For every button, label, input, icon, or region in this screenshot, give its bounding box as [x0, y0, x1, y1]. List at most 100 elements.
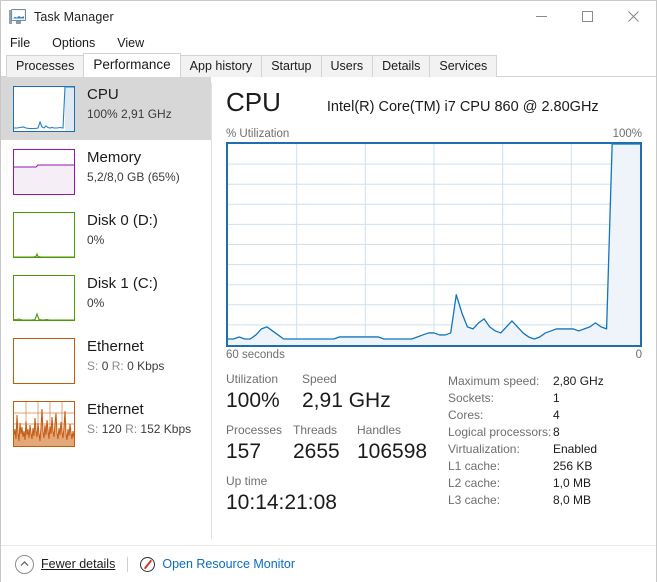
stat-label: Speed [302, 372, 337, 386]
sidebar-item-subtitle: 0% [87, 233, 105, 247]
spec-value: 1,0 MB [553, 476, 592, 490]
memory-thumbnail-graph [13, 149, 75, 195]
spec-sockets: Sockets: 1 [448, 390, 647, 407]
x-axis-left-label: 60 seconds [226, 349, 285, 361]
sidebar-item-subtitle: S: 0 R: 0 Kbps [87, 359, 165, 373]
stat-uptime: Up time 10:14:21:08 [226, 474, 337, 516]
status-bar: Fewer details Open Resource Monitor [1, 545, 656, 582]
sidebar-item-subtitle: 5,2/8,0 GB (65%) [87, 170, 180, 184]
stat-label: Threads [293, 423, 338, 437]
y-axis-label: % Utilization [226, 128, 290, 140]
cpu-chart-svg [226, 142, 642, 347]
tab-details[interactable]: Details [372, 55, 431, 77]
spec-l1-cache: L1 cache: 256 KB [448, 458, 647, 475]
spec-label: L1 cache: [448, 459, 501, 473]
sidebar-item-title: Ethernet [87, 338, 144, 355]
ethernet1-thumbnail-graph [13, 338, 75, 384]
resource-monitor-icon [140, 556, 156, 572]
close-button[interactable] [610, 1, 656, 32]
stat-threads: Threads 2655 [293, 423, 357, 465]
spec-label: Maximum speed: [448, 374, 540, 388]
spec-virtualization: Virtualization: Enabled [448, 441, 647, 458]
cpu-stats-primary: Utilization 100% Speed 2,91 GHz Processe… [226, 372, 448, 525]
sidebar-item-disk0[interactable]: Disk 0 (D:) 0% [1, 203, 211, 266]
spec-maximum-speed: Maximum speed: 2,80 GHz [448, 373, 647, 390]
graph-axis-bottom: 60 seconds 0 [226, 349, 642, 361]
stat-value: 106598 [357, 440, 428, 463]
maximize-button[interactable] [564, 1, 610, 32]
page-title: CPU [226, 87, 281, 117]
ethernet2-thumbnail-graph [13, 401, 75, 447]
stat-label: Processes [226, 423, 283, 437]
stat-row-utilization-speed: Utilization 100% Speed 2,91 GHz [226, 372, 448, 414]
spec-value: 8,0 MB [553, 493, 592, 507]
content-area: CPU 100% 2,91 GHz Memory 5,2/8,0 GB (65%… [1, 77, 656, 545]
sidebar-item-ethernet-1[interactable]: Ethernet S: 0 R: 0 Kbps [1, 329, 211, 392]
spec-value: Enabled [553, 442, 598, 456]
sidebar-item-title: Ethernet [87, 401, 144, 418]
spec-value: 256 KB [553, 459, 593, 473]
stat-handles: Handles 106598 [357, 423, 427, 465]
open-resource-monitor-label: Open Resource Monitor [162, 557, 296, 571]
resource-sidebar: CPU 100% 2,91 GHz Memory 5,2/8,0 GB (65%… [1, 77, 211, 545]
tab-performance[interactable]: Performance [83, 53, 181, 77]
menu-item-options[interactable]: Options [52, 36, 95, 50]
spec-value: 8 [553, 425, 560, 439]
tab-app-history[interactable]: App history [179, 55, 263, 77]
chevron-up-icon [15, 554, 34, 574]
stat-row-uptime: Up time 10:14:21:08 [226, 474, 448, 516]
disk1-thumbnail-graph [13, 275, 75, 321]
spec-label: L2 cache: [448, 476, 501, 490]
cpu-detail-panel: CPU Intel(R) Core(TM) i7 CPU 860 @ 2.80G… [212, 77, 656, 545]
menu-item-view[interactable]: View [117, 36, 144, 50]
spec-value: 1 [553, 391, 560, 405]
stat-speed: Speed 2,91 GHz [302, 372, 391, 414]
title-bar: Task Manager [1, 1, 656, 32]
tab-users[interactable]: Users [320, 55, 374, 77]
stat-label: Handles [357, 423, 402, 437]
window-title: Task Manager [34, 9, 114, 24]
menu-bar: File Options View [1, 32, 656, 54]
sidebar-item-ethernet-2[interactable]: Ethernet S: 120 R: 152 Kbps [1, 392, 211, 455]
task-manager-icon [9, 8, 27, 25]
spec-logical-processors: Logical processors: 8 [448, 424, 647, 441]
disk0-thumbnail-graph [13, 212, 75, 258]
fewer-details-button[interactable]: Fewer details [15, 554, 116, 574]
sidebar-item-title: Disk 0 (D:) [87, 212, 158, 229]
tab-services[interactable]: Services [429, 55, 498, 77]
spec-value: 2,80 GHz [553, 374, 604, 388]
sidebar-item-title: Memory [87, 149, 142, 166]
open-resource-monitor-link[interactable]: Open Resource Monitor [140, 556, 296, 572]
tab-processes[interactable]: Processes [6, 55, 85, 77]
menu-item-file[interactable]: File [10, 36, 30, 50]
tab-startup[interactable]: Startup [261, 55, 322, 77]
spec-label: L3 cache: [448, 493, 501, 507]
minimize-icon [535, 16, 547, 17]
sidebar-item-subtitle: 0% [87, 296, 105, 310]
maximize-icon [581, 11, 593, 22]
sidebar-item-title: Disk 1 (C:) [87, 275, 158, 292]
fewer-details-label: Fewer details [41, 557, 116, 571]
y-axis-max-label: 100% [612, 128, 642, 140]
stat-value: 100% [226, 389, 280, 412]
close-icon [627, 11, 639, 22]
spec-cores: Cores: 4 [448, 407, 647, 424]
spec-label: Logical processors: [448, 425, 552, 439]
spec-label: Cores: [448, 408, 484, 422]
sidebar-item-subtitle: S: 120 R: 152 Kbps [87, 422, 192, 436]
cpu-header: CPU Intel(R) Core(TM) i7 CPU 860 @ 2.80G… [226, 77, 647, 122]
sidebar-item-subtitle: 100% 2,91 GHz [87, 107, 172, 121]
sidebar-item-memory[interactable]: Memory 5,2/8,0 GB (65%) [1, 140, 211, 203]
stat-value: 157 [226, 440, 262, 463]
cpu-thumbnail-graph [13, 86, 75, 132]
cpu-model-label: Intel(R) Core(TM) i7 CPU 860 @ 2.80GHz [326, 99, 599, 115]
spec-label: Virtualization: [448, 442, 520, 456]
minimize-button[interactable] [518, 1, 564, 32]
cpu-stats: Utilization 100% Speed 2,91 GHz Processe… [226, 372, 647, 525]
sidebar-item-cpu[interactable]: CPU 100% 2,91 GHz [1, 77, 211, 140]
stat-value: 10:14:21:08 [226, 491, 337, 514]
stat-value: 2655 [293, 440, 340, 463]
sidebar-item-disk1[interactable]: Disk 1 (C:) 0% [1, 266, 211, 329]
spec-l3-cache: L3 cache: 8,0 MB [448, 492, 647, 509]
cpu-utilization-graph [226, 142, 642, 347]
